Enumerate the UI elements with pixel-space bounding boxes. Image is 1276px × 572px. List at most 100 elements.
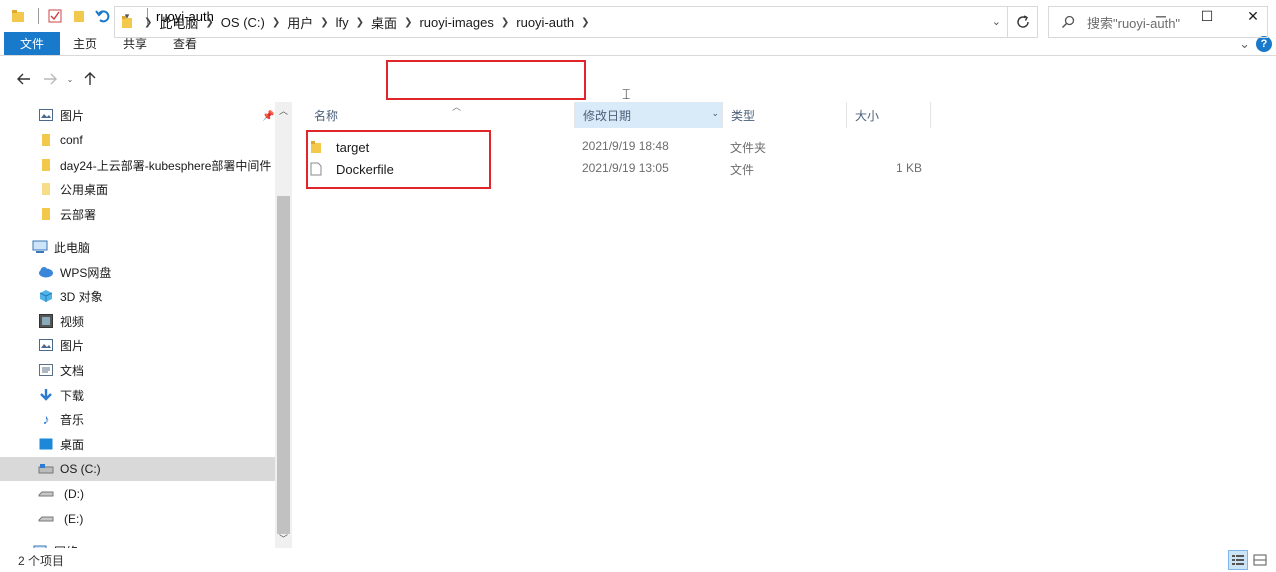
nav-item-label: WPS网盘 [60,265,112,280]
pin-icon[interactable]: 📌 [262,111,274,122]
new-folder-icon[interactable] [69,6,89,26]
chevron-right-icon[interactable]: ❯ [356,17,364,28]
nav-scrollbar[interactable]: ︿ ﹀ [275,102,292,548]
column-name-label: 名称 [314,108,339,123]
help-icon[interactable]: ? [1256,36,1272,52]
nav-item-drive-d[interactable]: (D:) [0,482,275,506]
scroll-up-icon[interactable]: ︿ [275,104,292,118]
column-header-size[interactable]: 大小 [847,102,931,128]
status-bar: 2 个项目 [0,548,1276,572]
nav-item-public-desktop[interactable]: 公用桌面 [0,177,275,201]
file-size: 1 KB [895,161,922,175]
up-button[interactable] [77,66,103,92]
nav-item-os-c[interactable]: OS (C:) [0,457,275,481]
chevron-down-icon[interactable]: ⌄ [711,108,719,119]
nav-item-label: conf [60,133,83,147]
breadcrumb-lfy[interactable]: lfy [336,15,349,30]
nav-item-label: 下载 [60,388,85,403]
nav-item-pictures[interactable]: 图片 [0,333,275,357]
pictures-icon [38,337,54,353]
file-modified: 2021/9/19 13:05 [582,161,669,175]
nav-item-label: 音乐 [60,412,85,427]
nav-item-desktop[interactable]: 桌面 [0,432,275,456]
chevron-right-icon[interactable]: ❯ [144,17,152,28]
forward-button[interactable] [37,66,63,92]
nav-item-label: 此电脑 [54,240,91,255]
scrollbar-thumb[interactable] [277,196,290,534]
breadcrumb-ruoyi-images[interactable]: ruoyi-images [419,15,493,30]
large-icons-view-button[interactable] [1250,550,1270,570]
breadcrumb-this-pc[interactable]: 此电脑 [159,13,198,32]
arrow-right-icon [44,73,57,85]
nav-item-documents[interactable]: 文档 [0,358,275,382]
nav-item-3d-objects[interactable]: 3D 对象 [0,284,275,308]
nav-item-label: 公用桌面 [60,182,109,197]
nav-item-wps-drive[interactable]: WPS网盘 [0,260,275,284]
nav-item-videos[interactable]: 视频 [0,309,275,333]
chevron-right-icon[interactable]: ❯ [404,17,412,28]
nav-item-pictures-quick[interactable]: 图片 📌 [0,103,275,127]
chevron-right-icon[interactable]: ❯ [581,17,589,28]
breadcrumb-desktop[interactable]: 桌面 [371,13,397,32]
cube-icon [38,288,54,304]
scroll-down-icon[interactable]: ﹀ [275,532,292,546]
chevron-right-icon[interactable]: ❯ [320,17,328,28]
nav-item-day24[interactable]: day24-上云部署-kubesphere部署中间件 [0,153,275,177]
tab-home[interactable]: 主页 [60,32,110,55]
nav-item-downloads[interactable]: 下载 [0,383,275,407]
nav-item-label: (D:) [64,487,84,501]
nav-item-label: 图片 [60,338,85,353]
nav-item-music[interactable]: ♪ 音乐 [0,407,275,431]
breadcrumb-os-c[interactable]: OS (C:) [221,15,265,30]
tab-file[interactable]: 文件 [4,32,61,55]
divider [38,8,39,24]
chevron-down-icon[interactable]: ⌄ [1239,36,1250,52]
pictures-icon [38,107,54,123]
details-view-button[interactable] [1228,550,1248,570]
refresh-button[interactable] [1008,6,1038,38]
document-icon [38,362,54,378]
back-button[interactable] [11,66,37,92]
arrow-up-icon [84,72,96,85]
undo-icon[interactable] [93,6,113,26]
column-header-name[interactable]: 名称 ︿ [306,102,575,128]
arrow-left-icon [17,73,30,85]
nav-item-label: 图片 [60,108,85,123]
folder-icon [8,6,28,26]
chevron-right-icon[interactable]: ❯ [205,17,213,28]
annotation-highlight-breadcrumb [386,60,586,100]
nav-item-label: 桌面 [60,437,85,452]
properties-icon[interactable] [45,6,65,26]
file-type: 文件 [730,163,755,177]
nav-item-label: 视频 [60,314,85,329]
chevron-right-icon[interactable]: ❯ [501,17,509,28]
breadcrumb-ruoyi-auth[interactable]: ruoyi-auth [516,15,574,30]
search-placeholder: 搜索"ruoyi-auth" [1087,15,1181,31]
music-icon: ♪ [42,411,50,427]
drive-icon [38,511,54,527]
recent-locations-button[interactable]: ⌄ [63,66,77,92]
folder-icon [38,132,54,148]
computer-icon [32,239,48,255]
column-modified-label: 修改日期 [583,108,632,123]
nav-item-network[interactable]: 网络 [0,539,275,548]
breadcrumb: ❯ 此电脑 ❯ OS (C:) ❯ 用户 ❯ lfy ❯ 桌面 ❯ ruoyi-… [137,13,596,32]
text-cursor-icon: ⌶ [622,86,631,102]
nav-item-this-pc[interactable]: 此电脑 [0,235,275,259]
folder-icon [38,157,54,173]
nav-item-drive-e[interactable]: (E:) [0,507,275,531]
item-count: 2 个项目 [18,553,65,568]
nav-item-conf[interactable]: conf [0,128,275,152]
search-icon [1061,15,1075,29]
file-type: 文件夹 [730,141,767,155]
search-box[interactable]: 搜索"ruoyi-auth" [1048,6,1268,38]
address-bar[interactable]: ❯ 此电脑 ❯ OS (C:) ❯ 用户 ❯ lfy ❯ 桌面 ❯ ruoyi-… [114,6,1008,38]
nav-item-cloud-deploy[interactable]: 云部署 [0,202,275,226]
chevron-right-icon[interactable]: ❯ [272,17,280,28]
breadcrumb-users[interactable]: 用户 [287,13,313,32]
column-header-type[interactable]: 类型 [723,102,847,128]
details-view-icon [1232,555,1244,565]
chevron-down-icon[interactable]: ⌄ [992,15,1001,28]
video-icon [38,313,54,329]
column-header-modified[interactable]: 修改日期 ⌄ [575,102,723,128]
